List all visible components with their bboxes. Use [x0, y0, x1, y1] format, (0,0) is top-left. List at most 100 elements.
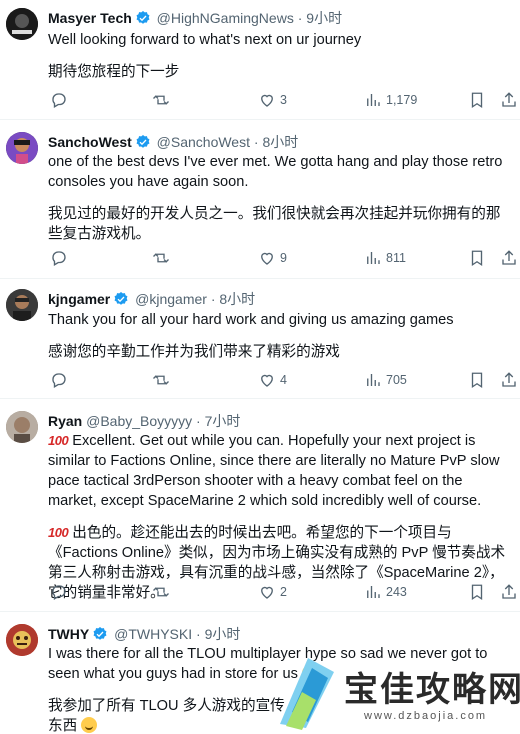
reply-button[interactable] — [50, 248, 68, 268]
like-icon — [261, 374, 273, 387]
like-button[interactable]: 3 — [258, 90, 287, 110]
views-icon — [367, 252, 380, 264]
watermark: 宝佳攻略网 www.dzbaojia.com — [268, 648, 520, 734]
hundred-points-icon: 100 — [48, 525, 69, 540]
like-icon — [261, 252, 273, 265]
like-icon — [261, 586, 273, 599]
reply-icon — [52, 93, 66, 108]
hundred-points-icon: 100 — [48, 433, 69, 448]
tweet-header: TWHY @TWHYSKI · 9小时 — [48, 624, 240, 644]
like-count: 4 — [280, 373, 287, 387]
avatar[interactable] — [6, 411, 38, 443]
verified-badge-icon — [135, 10, 151, 31]
tweet-text: Well looking forward to what's next on u… — [48, 32, 362, 48]
timestamp[interactable]: 7小时 — [205, 413, 241, 429]
grimacing-face-icon — [81, 717, 98, 733]
action-bar: 3 1,179 — [48, 90, 516, 110]
tweet-item[interactable]: kjngamer @kjngamer · 8小时 Thank you for a… — [0, 279, 520, 399]
tweet-body: Well looking forward to what's next on u… — [48, 30, 514, 82]
retweet-button[interactable] — [152, 582, 170, 602]
bookmark-button[interactable] — [468, 248, 486, 268]
bookmark-icon — [471, 584, 483, 601]
like-button[interactable]: 9 — [258, 248, 287, 268]
author-handle[interactable]: @HighNGamingNews — [157, 10, 294, 26]
timestamp[interactable]: 8小时 — [262, 134, 298, 150]
watermark-url: www.dzbaojia.com — [364, 710, 488, 722]
bookmark-icon — [471, 250, 483, 267]
avatar[interactable] — [6, 132, 38, 164]
avatar[interactable] — [6, 624, 38, 656]
timestamp[interactable]: 8小时 — [219, 291, 255, 307]
like-count: 3 — [280, 93, 287, 107]
retweet-button[interactable] — [152, 370, 170, 390]
share-button[interactable] — [500, 248, 518, 268]
views-count: 1,179 — [386, 93, 418, 107]
like-button[interactable]: 4 — [258, 370, 287, 390]
avatar[interactable] — [6, 289, 38, 321]
share-button[interactable] — [500, 90, 518, 110]
watermark-logo-icon — [280, 658, 334, 730]
like-icon — [261, 94, 273, 107]
retweet-button[interactable] — [152, 90, 170, 110]
author-name[interactable]: Ryan — [48, 413, 82, 429]
reply-icon — [52, 251, 66, 266]
views-button[interactable]: 1,179 — [364, 90, 417, 110]
action-bar: 4 705 — [48, 370, 516, 390]
verified-badge-icon — [113, 291, 129, 312]
timestamp[interactable]: 9小时 — [306, 10, 342, 26]
bookmark-icon — [471, 372, 483, 389]
author-name[interactable]: SanchoWest — [48, 134, 132, 150]
tweet-header: Masyer Tech @HighNGamingNews · 9小时 — [48, 8, 342, 28]
bookmark-button[interactable] — [468, 370, 486, 390]
retweet-icon — [153, 253, 169, 263]
views-count: 705 — [386, 373, 407, 387]
tweet-item[interactable]: SanchoWest @SanchoWest · 8小时 one of the … — [0, 120, 520, 279]
retweet-icon — [153, 95, 169, 105]
author-handle[interactable]: @kjngamer — [135, 291, 207, 307]
tweet-text: Thank you for all your hard work and giv… — [48, 312, 454, 328]
bookmark-icon — [471, 92, 483, 109]
retweet-button[interactable] — [152, 248, 170, 268]
views-count: 811 — [386, 251, 406, 265]
views-button[interactable]: 705 — [364, 370, 407, 390]
reply-icon — [52, 585, 66, 600]
author-handle[interactable]: @SanchoWest — [157, 134, 250, 150]
views-count: 243 — [386, 585, 407, 599]
action-bar: 9 811 — [48, 248, 516, 268]
views-icon — [367, 374, 380, 386]
views-icon — [367, 586, 380, 598]
tweet-text: one of the best devs I've ever met. We g… — [48, 154, 503, 190]
share-button[interactable] — [500, 582, 518, 602]
share-button[interactable] — [500, 370, 518, 390]
views-button[interactable]: 811 — [364, 248, 406, 268]
like-button[interactable]: 2 — [258, 582, 287, 602]
tweet-translation: 期待您旅程的下一步 — [48, 64, 180, 80]
author-name[interactable]: Masyer Tech — [48, 10, 132, 26]
action-bar: 2 243 — [48, 582, 516, 602]
share-icon — [502, 250, 516, 265]
author-handle[interactable]: @TWHYSKI — [114, 626, 192, 642]
tweet-body: Thank you for all your hard work and giv… — [48, 310, 514, 362]
tweet-translation: 感谢您的辛勤工作并为我们带来了精彩的游戏 — [48, 344, 340, 360]
timestamp[interactable]: 9小时 — [205, 626, 241, 642]
bookmark-button[interactable] — [468, 90, 486, 110]
author-name[interactable]: kjngamer — [48, 291, 110, 307]
tweet-item[interactable]: Masyer Tech @HighNGamingNews · 9小时 Well … — [0, 0, 520, 120]
bookmark-button[interactable] — [468, 582, 486, 602]
tweet-header: kjngamer @kjngamer · 8小时 — [48, 289, 255, 309]
reply-button[interactable] — [50, 582, 68, 602]
views-button[interactable]: 243 — [364, 582, 407, 602]
watermark-title: 宝佳攻略网 — [344, 670, 520, 710]
author-handle[interactable]: @Baby_Boyyyyy — [86, 413, 192, 429]
reply-button[interactable] — [50, 90, 68, 110]
author-name[interactable]: TWHY — [48, 626, 89, 642]
avatar[interactable] — [6, 8, 38, 40]
tweet-item[interactable]: Ryan @Baby_Boyyyyy · 7小时 100 Excellent. … — [0, 399, 520, 612]
reply-button[interactable] — [50, 370, 68, 390]
retweet-icon — [153, 587, 169, 597]
reply-icon — [52, 373, 66, 388]
like-count: 2 — [280, 585, 287, 599]
share-icon — [502, 372, 516, 387]
tweet-body: 100 Excellent. Get out while you can. Ho… — [48, 431, 514, 603]
views-icon — [367, 94, 380, 106]
